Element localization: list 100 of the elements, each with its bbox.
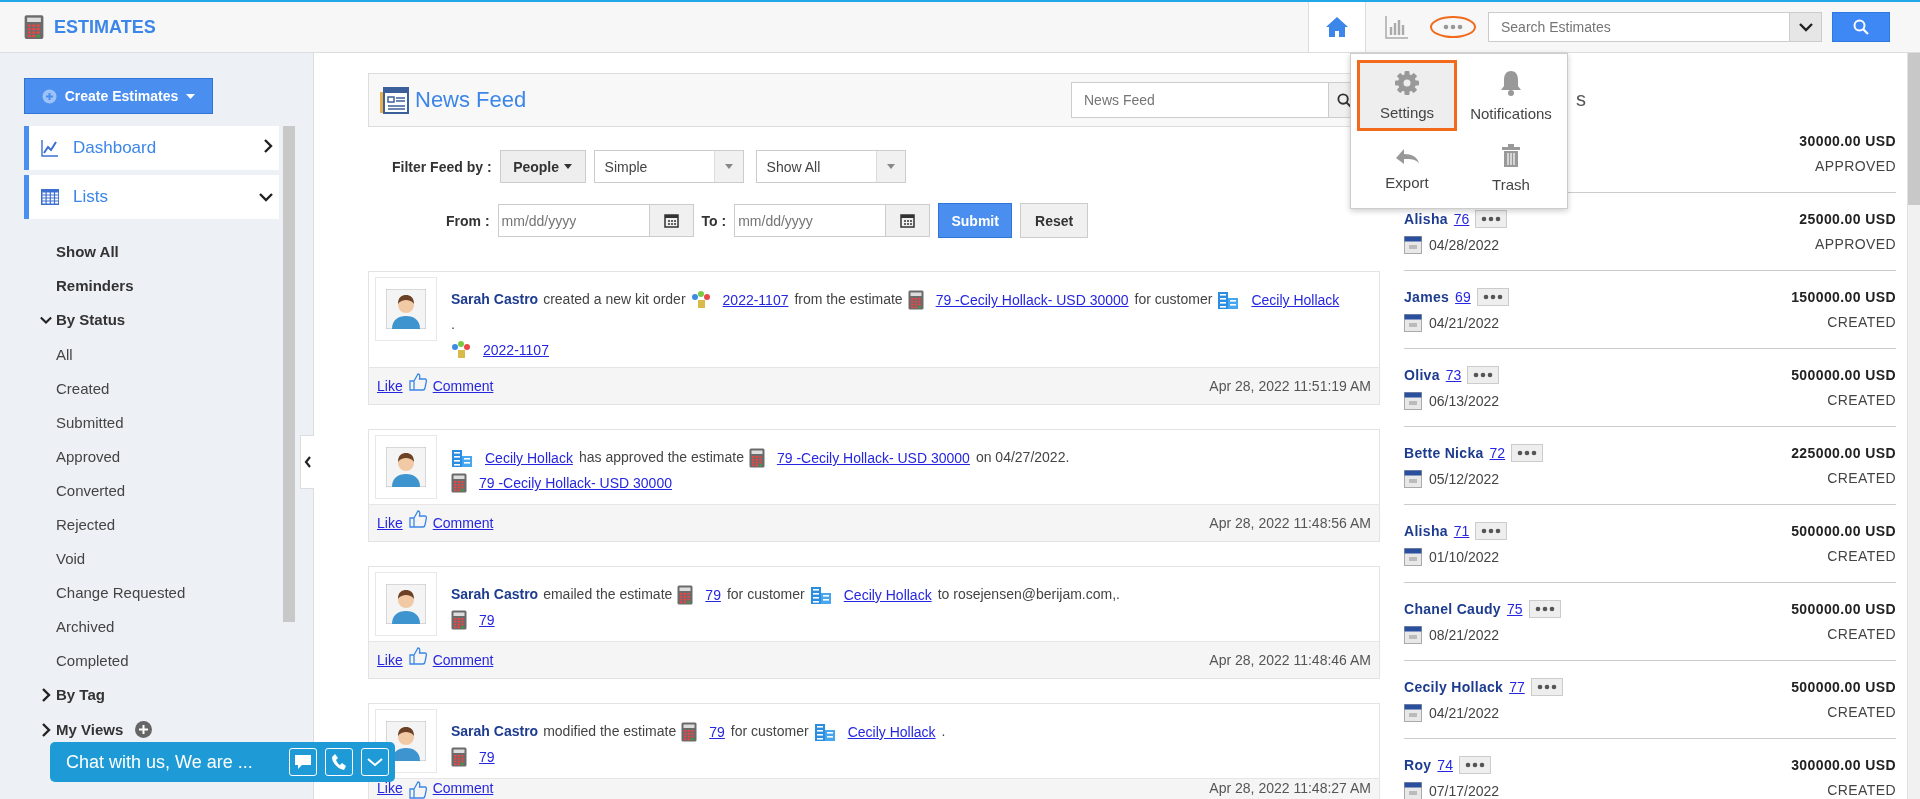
like-link[interactable]: Like <box>377 372 403 394</box>
user-name[interactable]: Sarah Castro <box>451 585 539 602</box>
more-button[interactable] <box>1530 677 1563 696</box>
message-button[interactable] <box>289 748 317 776</box>
menu-item[interactable]: Settings <box>1357 60 1457 131</box>
nav-item[interactable]: Lists <box>24 175 279 219</box>
table-icon <box>41 189 59 205</box>
minimize-button[interactable] <box>361 748 389 776</box>
from-date-field[interactable]: mm/dd/yyyy <box>497 204 650 237</box>
sidebar-item[interactable]: Submitted <box>56 405 124 439</box>
chevron-right-icon <box>263 139 273 153</box>
panel-heading: s <box>1576 88 1586 111</box>
caret-icon <box>564 164 573 169</box>
estimate-link[interactable]: 69 <box>1455 288 1471 305</box>
to-date-field[interactable]: mm/dd/yyyy <box>734 204 887 237</box>
feed-search-field[interactable]: News Feed <box>1071 82 1329 118</box>
estimate-link[interactable]: 79 <box>479 608 495 633</box>
kit-order-link[interactable]: 2022-1107 <box>483 337 549 362</box>
comment-link[interactable]: Comment <box>432 646 494 668</box>
kit-order-link[interactable]: 2022-1107 <box>722 288 789 313</box>
estimate-link[interactable]: 79 -Cecily Hollack- USD 30000 <box>776 445 970 470</box>
sidebar-item[interactable]: Created <box>56 371 110 405</box>
estimate-link[interactable]: 79 <box>479 745 495 770</box>
search-button[interactable] <box>1832 12 1890 42</box>
scope-select[interactable]: Show All <box>755 150 906 183</box>
estimate-link[interactable]: 72 <box>1489 444 1506 461</box>
customer-name: Bette Nicka <box>1404 444 1484 461</box>
more-button[interactable] <box>1475 521 1508 540</box>
app-title: ESTIMATES <box>54 16 156 38</box>
estimate-link[interactable]: 71 <box>1453 522 1470 539</box>
estimate-status: CREATED <box>1826 704 1896 720</box>
estimate-date: 01/10/2022 <box>1429 548 1500 565</box>
more-button[interactable] <box>1511 443 1544 462</box>
estimate-date: 04/21/2022 <box>1429 314 1500 331</box>
estimate-link[interactable]: 76 <box>1453 210 1470 227</box>
comment-link[interactable]: Comment <box>432 509 494 531</box>
like-link[interactable]: Like <box>377 509 403 531</box>
sidebar-item[interactable]: Change Requested <box>56 575 186 609</box>
sidebar-item[interactable]: Converted <box>56 473 126 507</box>
sidebar-item[interactable]: Void <box>56 541 86 575</box>
chevron-down-icon <box>367 757 383 767</box>
sidebar-item[interactable]: Rejected <box>56 507 116 541</box>
customer-link[interactable]: Cecily Hollack <box>1251 288 1340 313</box>
estimate-link[interactable]: 74 <box>1437 756 1453 773</box>
estimate-link[interactable]: 77 <box>1509 678 1525 695</box>
thumbs-up-icon[interactable] <box>408 646 427 665</box>
sidebar-group[interactable]: My Views <box>56 720 124 739</box>
estimate-amount: 500000.00 USD <box>1791 523 1896 539</box>
type-select[interactable]: Simple <box>593 150 744 183</box>
sidebar-item[interactable]: All <box>56 337 73 371</box>
collapse-button[interactable] <box>300 435 314 489</box>
sidebar-item[interactable]: Completed <box>56 643 129 677</box>
more-icon <box>1536 683 1557 690</box>
calendar-icon <box>1404 469 1422 488</box>
estimate-link[interactable]: 75 <box>1506 600 1523 617</box>
bar-chart-icon <box>1384 14 1410 40</box>
user-name[interactable]: Sarah Castro <box>451 722 539 739</box>
sidebar-group[interactable]: By Status <box>56 310 126 329</box>
sidebar-item[interactable]: Show All <box>40 234 119 268</box>
more-button[interactable] <box>1458 755 1491 774</box>
sidebar-item[interactable]: Reminders <box>40 268 134 302</box>
user-name[interactable]: Sarah Castro <box>451 291 539 307</box>
like-link[interactable]: Like <box>377 646 403 668</box>
thumbs-up-icon[interactable] <box>408 509 427 528</box>
sidebar-group[interactable]: By Tag <box>56 685 105 704</box>
more-button[interactable] <box>1467 365 1500 384</box>
sidebar-item[interactable]: Approved <box>56 439 121 473</box>
people-dropdown[interactable]: People <box>499 150 586 183</box>
estimate-link[interactable]: 79 -Cecily Hollack- USD 30000 <box>935 288 1129 313</box>
nav-item[interactable]: Dashboard <box>24 126 279 170</box>
search-field[interactable]: Search Estimates <box>1488 12 1790 42</box>
thumbs-up-icon[interactable] <box>408 372 427 391</box>
more-button[interactable] <box>1528 599 1561 618</box>
like-link[interactable]: Like <box>377 780 403 796</box>
feed-text: created a new kit order <box>543 291 686 307</box>
estimate-status: CREATED <box>1826 470 1896 486</box>
customer-link[interactable]: Cecily Hollack <box>485 445 573 470</box>
comment-link[interactable]: Comment <box>432 780 494 796</box>
estimate-link[interactable]: 79 <box>705 582 721 607</box>
estimate-link[interactable]: 73 <box>1445 366 1462 383</box>
thumbs-up-icon[interactable] <box>408 780 427 799</box>
estimate-link[interactable]: 79 <box>709 719 725 744</box>
scrollbar[interactable] <box>283 126 295 622</box>
add-icon[interactable] <box>135 721 153 738</box>
scrollbar[interactable] <box>1907 53 1920 799</box>
more-button[interactable] <box>1475 209 1508 228</box>
home-icon[interactable] <box>1325 16 1349 38</box>
customer-link[interactable]: Cecily Hollack <box>843 582 932 607</box>
more-button[interactable] <box>1476 287 1509 306</box>
estimate-link[interactable]: 79 -Cecily Hollack- USD 30000 <box>479 471 672 496</box>
dropdown-button[interactable] <box>1790 12 1822 42</box>
reset-button[interactable]: Reset <box>1020 203 1089 238</box>
phone-button[interactable] <box>325 748 353 776</box>
comment-link[interactable]: Comment <box>432 372 494 394</box>
feed-text: from the estimate <box>794 291 903 307</box>
customer-link[interactable]: Cecily Hollack <box>847 719 936 744</box>
filter-label: Filter Feed by : <box>392 158 492 175</box>
calendar-button[interactable] <box>649 204 694 237</box>
sidebar-item[interactable]: Archived <box>56 609 115 643</box>
calendar-button[interactable] <box>886 204 931 237</box>
